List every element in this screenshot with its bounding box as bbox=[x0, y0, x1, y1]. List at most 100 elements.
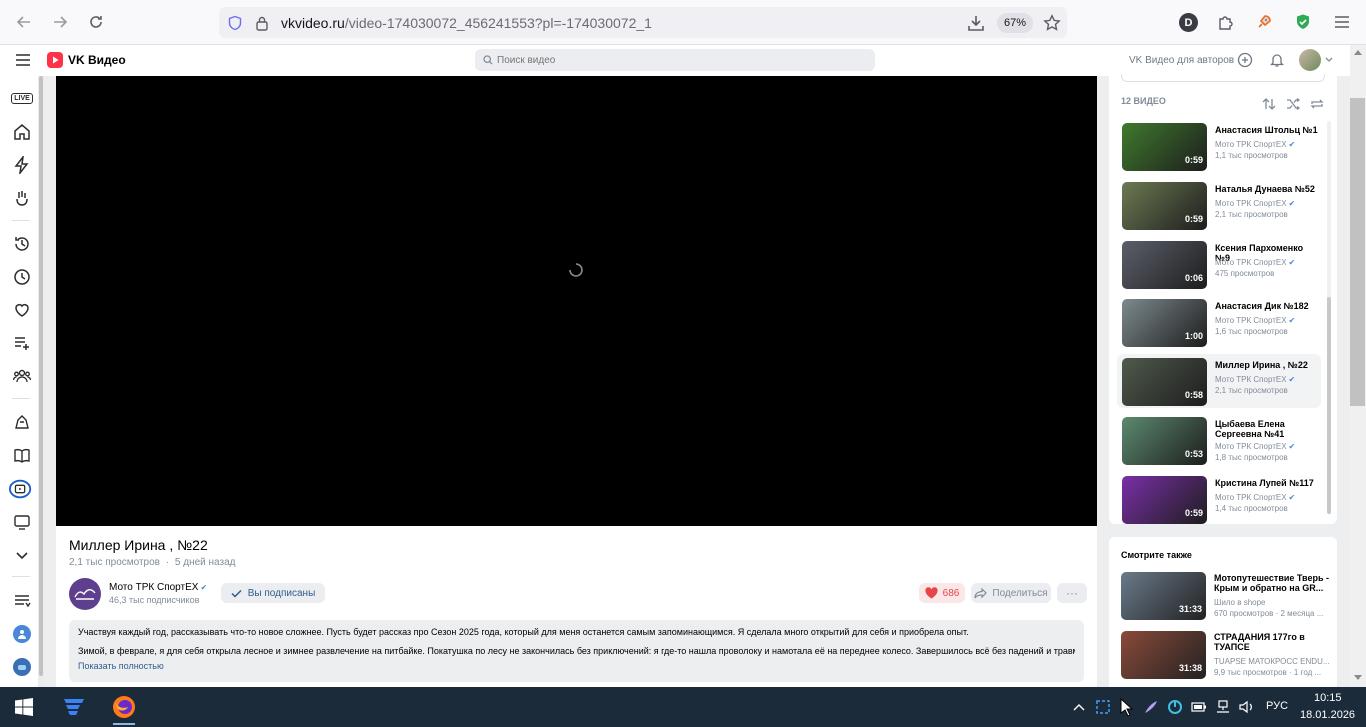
zoom-indicator[interactable]: 67% bbox=[997, 13, 1034, 33]
logo-text[interactable]: VK Видео bbox=[68, 53, 126, 67]
video-title[interactable]: Мотопутешествие Тверь - Крым и обратно н… bbox=[1214, 573, 1329, 593]
playlist-item[interactable]: 1:00 Анастасия Дик №182 Мото ТРК СпортЕХ ✔ 1… bbox=[1117, 295, 1321, 349]
subscriptions-icon[interactable] bbox=[11, 365, 33, 387]
shuffle-icon[interactable] bbox=[1285, 96, 1301, 112]
playlist-item[interactable]: 0:58 Миллер Ирина , №22 Мото ТРК СпортЕХ ✔ 2… bbox=[1117, 354, 1321, 409]
video-title[interactable]: Миллер Ирина , №22 bbox=[1215, 360, 1319, 370]
browser-profile-avatar[interactable]: D bbox=[1179, 13, 1198, 32]
home-icon[interactable] bbox=[11, 121, 33, 143]
show-more-link[interactable]: Показать полностью bbox=[78, 660, 1075, 672]
likes-icon[interactable] bbox=[11, 299, 33, 321]
channel-name[interactable]: Мото ТРК СпортЕХ ✔ bbox=[1215, 316, 1295, 325]
video-title[interactable]: Анастасия Дик №182 bbox=[1215, 301, 1319, 311]
channel-name[interactable]: Мото ТРК СпортЕХ ✔ bbox=[1215, 493, 1295, 502]
scroll-thumb[interactable] bbox=[39, 76, 43, 676]
taskbar-firefox-button[interactable] bbox=[110, 694, 138, 725]
video-player[interactable] bbox=[56, 76, 1097, 526]
playlist-item[interactable]: 0:59 Анастасия Штольц №1 Мото ТРК СпортЕХ ✔… bbox=[1117, 119, 1321, 173]
tracking-shield-icon[interactable] bbox=[227, 15, 243, 31]
playlist-scrollbar[interactable] bbox=[1327, 121, 1331, 514]
extensions-button[interactable] bbox=[1212, 8, 1240, 36]
profile-icon[interactable] bbox=[11, 623, 33, 645]
video-thumbnail[interactable]: 0:59 bbox=[1122, 475, 1207, 524]
screenshot-tool-icon[interactable] bbox=[1095, 699, 1111, 715]
reload-button[interactable] bbox=[82, 8, 110, 36]
user-avatar[interactable] bbox=[1299, 49, 1321, 71]
upload-plus-icon[interactable] bbox=[1237, 52, 1253, 68]
repeat-icon[interactable] bbox=[1309, 96, 1325, 112]
tv-icon[interactable] bbox=[11, 511, 33, 533]
reverse-order-icon[interactable] bbox=[1261, 96, 1277, 112]
input-language[interactable]: РУС bbox=[1266, 700, 1288, 712]
clock-date[interactable]: 18.01.2026 bbox=[1300, 709, 1355, 721]
video-title[interactable]: СТРАДАНИЯ 177го в ТУАПСЕ bbox=[1214, 632, 1329, 652]
extension-shield-button[interactable] bbox=[1289, 8, 1317, 36]
playlists-icon[interactable] bbox=[11, 332, 33, 354]
search-box[interactable] bbox=[475, 49, 875, 71]
page-scrollbar[interactable] bbox=[1350, 45, 1366, 687]
network-icon[interactable] bbox=[1215, 699, 1231, 715]
video-title[interactable]: Анастасия Штольц №1 bbox=[1215, 125, 1319, 135]
search-input[interactable] bbox=[497, 49, 867, 71]
clock-time[interactable]: 10:15 bbox=[1314, 692, 1342, 704]
channel-name[interactable]: TUAPSE МАТОКРОСС ENDU... bbox=[1214, 657, 1329, 666]
feather-app-icon[interactable] bbox=[1143, 699, 1159, 715]
channel-name[interactable]: Мото ТРК СпортЕХ ✔ bbox=[1215, 258, 1295, 267]
tray-overflow-chevron-icon[interactable] bbox=[1071, 699, 1087, 715]
playlist-item[interactable]: 0:06 Ксения Пархоменко №9 Мото ТРК СпортЕХ… bbox=[1117, 237, 1321, 291]
url-bar[interactable]: vkvideo.ru/video-174030072_456241553?pl=… bbox=[219, 7, 1067, 38]
playlist-scroll-thumb[interactable] bbox=[1327, 297, 1331, 514]
shorts-icon[interactable] bbox=[11, 154, 33, 176]
forward-button[interactable] bbox=[46, 8, 74, 36]
community-icon[interactable] bbox=[11, 656, 33, 678]
chevron-down-icon[interactable] bbox=[1325, 57, 1333, 63]
browser-menu-button[interactable] bbox=[1328, 8, 1356, 36]
video-thumbnail[interactable]: 0:59 bbox=[1122, 181, 1207, 230]
channel-name[interactable]: Шило в shope bbox=[1214, 598, 1329, 607]
recommended-video[interactable]: 31:38 СТРАДАНИЯ 177го в ТУАПСЕ TUAPSE МАТО… bbox=[1121, 631, 1331, 683]
playlist-item[interactable]: 0:53 Цыбаева Елена Сергеевна №41 Мото ТРК … bbox=[1117, 413, 1321, 467]
history-icon[interactable] bbox=[11, 233, 33, 255]
volume-icon[interactable] bbox=[1239, 699, 1255, 715]
video-thumbnail[interactable]: 1:00 bbox=[1122, 299, 1207, 348]
scroll-up-arrow-icon[interactable] bbox=[1354, 49, 1362, 55]
lock-icon[interactable] bbox=[255, 15, 269, 31]
notifications-bell-icon[interactable] bbox=[1270, 52, 1284, 68]
live-icon[interactable]: LIVE bbox=[11, 87, 33, 109]
start-button[interactable] bbox=[15, 698, 33, 716]
page-scroll-thumb[interactable] bbox=[1350, 98, 1365, 406]
video-thumbnail[interactable]: 0:53 bbox=[1122, 417, 1207, 465]
catalog-icon[interactable] bbox=[11, 445, 33, 467]
download-page-icon[interactable] bbox=[967, 14, 985, 32]
left-nav-scrollbar[interactable] bbox=[38, 76, 44, 687]
video-title[interactable]: Цыбаева Елена Сергеевна №41 bbox=[1215, 419, 1319, 439]
taskbar-app-buttons[interactable] bbox=[60, 695, 88, 719]
extension-rocket-button[interactable] bbox=[1250, 8, 1278, 36]
bookmark-star-icon[interactable] bbox=[1043, 14, 1061, 32]
subscribed-button[interactable]: Вы подписаны bbox=[221, 583, 325, 603]
authors-link[interactable]: VK Видео для авторов bbox=[1129, 55, 1234, 66]
scroll-down-arrow-icon[interactable] bbox=[1354, 675, 1362, 681]
playlist-item[interactable]: 0:59 Кристина Лупей №117 Мото ТРК СпортЕХ ✔… bbox=[1117, 472, 1321, 526]
video-thumbnail[interactable]: 0:06 bbox=[1122, 240, 1207, 289]
video-thumbnail[interactable]: 31:38 bbox=[1121, 631, 1206, 679]
kids-icon[interactable] bbox=[11, 411, 33, 433]
video-thumbnail[interactable]: 31:33 bbox=[1121, 572, 1206, 620]
channel-name[interactable]: Мото ТРК СпортЕХ ✔ bbox=[1215, 140, 1295, 149]
vk-video-logo-icon[interactable] bbox=[47, 52, 63, 68]
channel-name[interactable]: Мото ТРК СпортЕХ ✔ bbox=[109, 582, 207, 593]
menu-icon[interactable] bbox=[15, 53, 31, 67]
video-thumbnail[interactable]: 0:58 bbox=[1122, 358, 1207, 407]
recommended-video[interactable]: 31:33 Мотопутешествие Тверь - Крым и обра… bbox=[1121, 572, 1331, 624]
more-actions-button[interactable]: ··· bbox=[1057, 583, 1087, 603]
sync-app-icon[interactable] bbox=[1167, 699, 1183, 715]
url-text[interactable]: vkvideo.ru/video-174030072_456241553?pl=… bbox=[281, 15, 652, 31]
back-button[interactable] bbox=[10, 8, 38, 36]
share-button[interactable]: Поделиться bbox=[971, 583, 1051, 603]
channel-avatar[interactable] bbox=[69, 578, 101, 610]
playlist-item[interactable]: 0:59 Наталья Дунаева №52 Мото ТРК СпортЕХ ✔… bbox=[1117, 178, 1321, 232]
sort-icon[interactable] bbox=[11, 590, 33, 612]
battery-icon[interactable] bbox=[1191, 699, 1207, 715]
video-title[interactable]: Наталья Дунаева №52 bbox=[1215, 184, 1319, 194]
video-thumbnail[interactable]: 0:59 bbox=[1122, 123, 1207, 171]
